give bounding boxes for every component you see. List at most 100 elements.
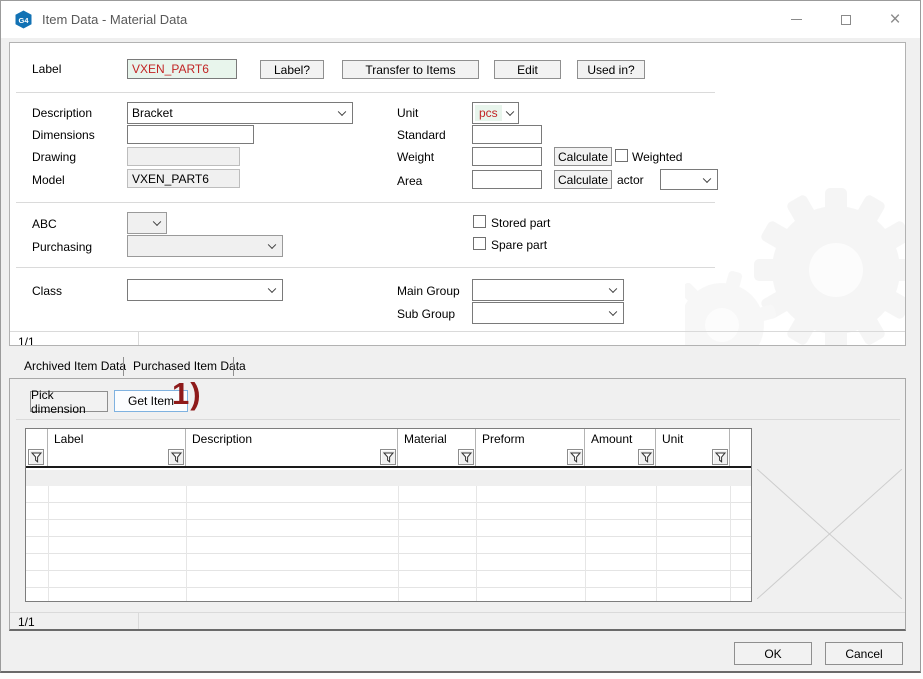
sub-group-caption: Sub Group (397, 307, 456, 321)
record-pager: 1/1 (18, 615, 35, 629)
gridline (398, 486, 399, 601)
drawing-caption: Drawing (32, 150, 77, 164)
chevron-down-icon (608, 307, 618, 317)
filter-funnel-icon[interactable] (168, 449, 184, 465)
ok-button[interactable]: OK (734, 642, 812, 665)
filter-funnel-icon[interactable] (380, 449, 396, 465)
main-group-caption: Main Group (397, 284, 460, 298)
unit-combobox[interactable]: pcs (472, 102, 519, 124)
chevron-down-icon (505, 107, 515, 117)
column-header-preform[interactable]: Preform (476, 429, 585, 449)
sub-group-combobox[interactable] (472, 302, 624, 324)
label-question-button[interactable]: Label? (260, 60, 324, 79)
standard-input[interactable] (472, 125, 542, 144)
label-value: VXEN_PART6 (132, 62, 209, 76)
area-input[interactable] (472, 170, 542, 189)
chevron-down-icon (608, 284, 618, 294)
title-bar[interactable]: G4 Item Data - Material Data × (1, 1, 920, 38)
filter-funnel-icon[interactable] (712, 449, 728, 465)
column-header-material-text: Material (404, 432, 447, 446)
table-header-row: Label Description Material Preform Amoun… (26, 429, 751, 449)
abc-caption: ABC (32, 217, 57, 231)
gridline (585, 486, 586, 601)
calculate-weight-button-text: Calculate (557, 149, 609, 164)
gear-watermark-icon (685, 188, 905, 345)
column-header-unit[interactable]: Unit (656, 429, 730, 449)
separator (16, 202, 715, 203)
main-group-combobox[interactable] (472, 279, 624, 301)
unit-value: pcs (475, 105, 502, 121)
transfer-to-items-button[interactable]: Transfer to Items (342, 60, 479, 79)
abc-combobox[interactable] (127, 212, 167, 234)
separator (16, 419, 900, 420)
description-caption: Description (32, 106, 93, 120)
dimensions-input[interactable] (127, 125, 254, 144)
archived-items-table[interactable]: Label Description Material Preform Amoun… (25, 428, 752, 602)
filter-funnel-icon[interactable] (28, 449, 44, 465)
gridline (656, 486, 657, 601)
label-input[interactable]: VXEN_PART6 (127, 59, 237, 79)
minimize-icon[interactable] (783, 1, 809, 38)
transfer-to-items-button-text: Transfer to Items (365, 62, 456, 77)
used-in-button[interactable]: Used in? (577, 60, 645, 79)
chevron-down-icon (267, 240, 277, 250)
pick-dimension-button[interactable]: Pick dimension (30, 388, 108, 416)
spare-part-checkbox[interactable] (473, 237, 486, 250)
standard-caption: Standard (397, 128, 446, 142)
weight-input[interactable] (472, 147, 542, 166)
filter-funnel-icon[interactable] (638, 449, 654, 465)
column-header-label-text: Label (54, 432, 84, 446)
factor-combobox[interactable] (660, 169, 718, 190)
column-header-label[interactable]: Label (48, 429, 186, 449)
annotation-1: 1) (172, 378, 202, 411)
label-question-button-text: Label? (273, 62, 311, 77)
purchasing-combobox[interactable] (127, 235, 283, 257)
tab-divider (123, 357, 124, 376)
separator (16, 267, 715, 268)
get-item-button-text: Get Item (127, 394, 174, 408)
stored-part-checkbox[interactable] (473, 215, 486, 228)
close-icon[interactable]: × (882, 1, 908, 38)
column-header-description[interactable]: Description (186, 429, 398, 449)
column-header-amount[interactable]: Amount (585, 429, 656, 449)
maximize-icon[interactable] (833, 1, 859, 38)
filter-funnel-icon[interactable] (458, 449, 474, 465)
chevron-down-icon (702, 174, 712, 183)
table-body[interactable] (26, 470, 751, 601)
tab-purchased-item-data[interactable]: Purchased Item Data (133, 359, 246, 373)
pager-divider (138, 612, 139, 629)
tab-archived-item-data[interactable]: Archived Item Data (24, 359, 126, 373)
column-header-unit-text: Unit (662, 432, 684, 446)
picture-placeholder-icon (757, 469, 902, 599)
column-header-description-text: Description (192, 432, 253, 446)
drawing-input (127, 147, 240, 166)
filter-cell-preform (476, 449, 585, 466)
label-caption: Label (32, 62, 62, 76)
svg-text:G4: G4 (18, 16, 29, 25)
pager-strip-border (10, 331, 905, 332)
calculate-area-button[interactable]: Calculate (554, 170, 612, 189)
model-caption: Model (32, 173, 65, 187)
gridline (186, 486, 187, 601)
calculate-weight-button[interactable]: Calculate (554, 147, 612, 166)
description-combobox[interactable]: Bracket (127, 102, 353, 124)
edit-button[interactable]: Edit (494, 60, 561, 79)
archived-item-data-panel: Pick dimension Get Item 1) Label Descrip… (9, 378, 906, 631)
app-logo-g4-icon: G4 (15, 10, 32, 29)
class-combobox[interactable] (127, 279, 283, 301)
weighted-checkbox[interactable] (615, 149, 628, 162)
table-new-row (26, 470, 751, 486)
spare-part-caption: Spare part (491, 238, 548, 252)
column-header-material[interactable]: Material (398, 429, 476, 449)
minimize-glyph (790, 19, 802, 20)
filter-cell-selector (26, 449, 48, 466)
pick-dimension-button-text: Pick dimension (31, 387, 86, 416)
factor-caption: actor (617, 173, 644, 187)
filter-funnel-icon[interactable] (567, 449, 583, 465)
cancel-button[interactable]: Cancel (825, 642, 903, 665)
row-selector-header (26, 429, 48, 449)
table-empty-rows (26, 486, 751, 601)
filter-cell-unit (656, 449, 730, 466)
maximize-glyph (841, 14, 851, 25)
unit-caption: Unit (397, 106, 419, 120)
